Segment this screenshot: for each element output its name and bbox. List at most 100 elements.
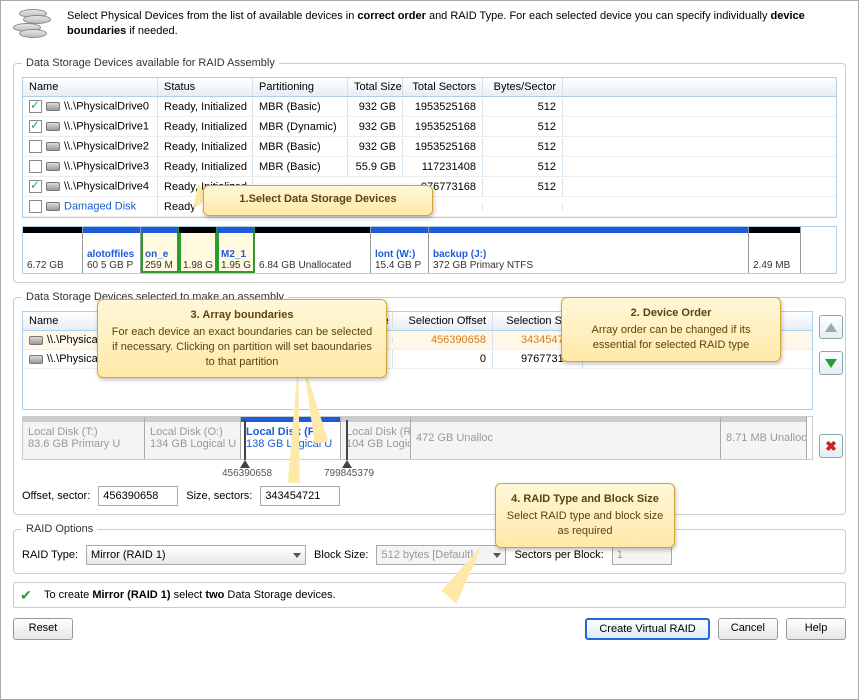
handle-left-value: 456390658: [222, 468, 272, 479]
cell-selection-offset: 456390658: [393, 331, 493, 349]
available-devices-group: Data Storage Devices available for RAID …: [13, 57, 846, 283]
row-checkbox[interactable]: [29, 140, 42, 153]
block-size-label: Block Size:: [314, 549, 368, 561]
device-name[interactable]: Damaged Disk: [64, 200, 136, 212]
cell-bytes-sector: 512: [483, 98, 563, 116]
disk-stack-icon: [13, 9, 57, 43]
status-bar: ✔ To create Mirror (RAID 1) select two D…: [13, 582, 846, 608]
cell-status: Ready, Initialized: [158, 98, 253, 116]
boundary-bar[interactable]: Local Disk (T:)83.6 GB Primary ULocal Di…: [22, 416, 813, 460]
offset-label: Offset, sector:: [22, 490, 90, 502]
col-status[interactable]: Status: [158, 78, 253, 96]
cell-selection-offset: 0: [393, 350, 493, 368]
device-name: \\.\PhysicalDrive2: [64, 140, 149, 152]
sectors-per-block-label: Sectors per Block:: [514, 549, 603, 561]
col-partitioning[interactable]: Partitioning: [253, 78, 348, 96]
handle-right-value: 799845379: [324, 468, 374, 479]
cell-status: Ready, Initialized: [158, 138, 253, 156]
raid-options-group: RAID Options RAID Type: Mirror (RAID 1) …: [13, 523, 846, 574]
col-selection-offset[interactable]: Selection Offset: [393, 312, 493, 330]
button-bar: Reset Create Virtual RAID Cancel Help: [1, 612, 858, 650]
cell-bytes-sector: 512: [483, 158, 563, 176]
partition-segment[interactable]: 6.72 GB: [23, 227, 83, 273]
instruction-header: Select Physical Devices from the list of…: [1, 1, 858, 53]
cell-total-sectors: 1953525168: [403, 138, 483, 156]
table-row[interactable]: \\.\PhysicalDrive1 Ready, Initialized MB…: [23, 117, 836, 137]
boundary-segment[interactable]: Local Disk (O:)134 GB Logical U: [145, 417, 241, 459]
partition-segment[interactable]: 1.98 G: [179, 227, 217, 273]
cell-total-size: 932 GB: [348, 98, 403, 116]
remove-button[interactable]: ✖: [819, 434, 843, 458]
device-name: \\.\PhysicalDrive1: [64, 120, 149, 132]
move-up-button[interactable]: [819, 315, 843, 339]
check-icon: ✔: [20, 587, 36, 603]
cell-bytes-sector: 512: [483, 178, 563, 196]
hdd-icon: [46, 102, 60, 111]
hdd-icon: [29, 336, 43, 345]
chevron-down-icon: [293, 553, 301, 558]
cell-bytes-sector: [483, 204, 563, 210]
partition-segment[interactable]: 2.49 MB: [749, 227, 801, 273]
cell-partitioning: MBR (Basic): [253, 138, 348, 156]
col-bytes-sector[interactable]: Bytes/Sector: [483, 78, 563, 96]
partition-segment[interactable]: lont (W:)15.4 GB P: [371, 227, 429, 273]
raid-type-combo[interactable]: Mirror (RAID 1): [86, 545, 306, 565]
boundary-segment[interactable]: 8.71 MB Unalloc: [721, 417, 807, 459]
partition-segment[interactable]: 6.84 GB Unallocated: [255, 227, 371, 273]
cell-bytes-sector: 512: [483, 138, 563, 156]
move-down-button[interactable]: [819, 351, 843, 375]
cell-bytes-sector: 512: [483, 118, 563, 136]
col-total-sectors[interactable]: Total Sectors: [403, 78, 483, 96]
cell-partitioning: MBR (Basic): [253, 158, 348, 176]
cell-partitioning: MBR (Basic): [253, 98, 348, 116]
partition-segment[interactable]: M2_11.95 G: [217, 227, 255, 273]
table-row[interactable]: \\.\PhysicalDrive3 Ready, Initialized MB…: [23, 157, 836, 177]
row-checkbox[interactable]: [29, 120, 42, 133]
cell-total-size: 932 GB: [348, 118, 403, 136]
arrow-up-icon: [825, 323, 837, 332]
device-name: \\.\PhysicalDrive3: [64, 160, 149, 172]
cell-total-sectors: 117231408: [403, 158, 483, 176]
size-label: Size, sectors:: [186, 490, 252, 502]
partition-bar[interactable]: 6.72 GBalotoffiles60 5 GB Pon_e259 M1.98…: [22, 226, 837, 274]
instruction-text: Select Physical Devices from the list of…: [67, 9, 846, 43]
row-checkbox[interactable]: [29, 100, 42, 113]
create-virtual-raid-button[interactable]: Create Virtual RAID: [585, 618, 709, 640]
size-input[interactable]: [260, 486, 340, 506]
table-row[interactable]: \\.\PhysicalDrive2 Ready, Initialized MB…: [23, 137, 836, 157]
reset-button[interactable]: Reset: [13, 618, 73, 640]
partition-segment[interactable]: backup (J:)372 GB Primary NTFS: [429, 227, 749, 273]
callout-3: 3. Array boundaries For each device an e…: [97, 299, 387, 378]
close-icon: ✖: [825, 438, 837, 455]
hdd-icon: [46, 182, 60, 191]
col-name[interactable]: Name: [23, 78, 158, 96]
offset-input[interactable]: [98, 486, 178, 506]
raid-type-label: RAID Type:: [22, 549, 78, 561]
partition-segment[interactable]: alotoffiles60 5 GB P: [83, 227, 141, 273]
cell-partitioning: MBR (Dynamic): [253, 118, 348, 136]
device-name: \\.\PhysicalDrive0: [64, 100, 149, 112]
cell-total-sectors: 1953525168: [403, 118, 483, 136]
row-checkbox[interactable]: [29, 180, 42, 193]
boundary-segment[interactable]: Local Disk (R:)104 GB Logical: [341, 417, 411, 459]
cell-total-size: 55.9 GB: [348, 158, 403, 176]
device-name: \\.\PhysicalDrive4: [64, 180, 149, 192]
row-checkbox[interactable]: [29, 200, 42, 213]
sectors-per-block-input: [612, 545, 672, 565]
row-checkbox[interactable]: [29, 160, 42, 173]
help-button[interactable]: Help: [786, 618, 846, 640]
available-devices-legend: Data Storage Devices available for RAID …: [22, 57, 279, 69]
boundary-handles: 456390658 799845379: [22, 460, 813, 476]
boundary-segment[interactable]: Local Disk (T:)83.6 GB Primary U: [23, 417, 145, 459]
cell-total-size: 932 GB: [348, 138, 403, 156]
col-total-size[interactable]: Total Size: [348, 78, 403, 96]
grid-header[interactable]: Name Status Partitioning Total Size Tota…: [23, 78, 836, 97]
partition-segment[interactable]: on_e259 M: [141, 227, 179, 273]
table-row[interactable]: \\.\PhysicalDrive0 Ready, Initialized MB…: [23, 97, 836, 117]
arrow-down-icon: [825, 359, 837, 368]
boundary-segment[interactable]: 472 GB Unalloc: [411, 417, 721, 459]
hdd-icon: [29, 355, 43, 364]
raid-options-legend: RAID Options: [22, 523, 97, 535]
cancel-button[interactable]: Cancel: [718, 618, 778, 640]
hdd-icon: [46, 162, 60, 171]
